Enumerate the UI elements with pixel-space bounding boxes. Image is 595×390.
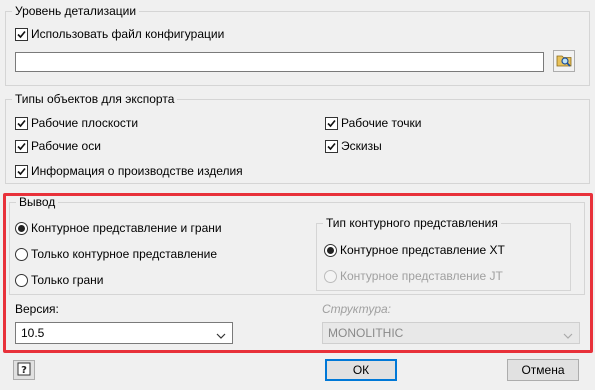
use-config-checkbox[interactable]: Использовать файл конфигурации [15,27,224,41]
checkbox-checked-icon [325,139,338,153]
checkbox-work-points[interactable]: Рабочие точки [325,116,422,130]
checkbox-label: Информация о производстве изделия [31,164,243,178]
output-highlight-frame [3,193,593,353]
detail-level-legend: Уровень детализации [12,4,140,18]
browse-button[interactable] [553,50,575,72]
folder-search-icon [556,52,572,71]
checkbox-label: Рабочие оси [31,139,101,153]
checkbox-checked-icon [325,116,338,130]
cancel-button[interactable]: Отмена [507,359,579,381]
config-path-input[interactable] [15,52,544,72]
checkbox-checked-icon [15,164,28,178]
checkbox-sketches[interactable]: Эскизы [325,139,382,153]
export-types-legend: Типы объектов для экспорта [12,92,178,106]
checkbox-label: Рабочие плоскости [31,116,139,130]
checkbox-manufacturing-info[interactable]: Информация о производстве изделия [15,164,243,178]
checkbox-checked-icon [15,27,28,41]
ok-label: ОК [352,363,370,377]
ok-button[interactable]: ОК [325,359,397,381]
help-icon: ? [17,362,31,379]
cancel-label: Отмена [521,363,565,377]
checkbox-checked-icon [15,139,28,153]
detail-level-group: Уровень детализации [5,4,590,86]
checkbox-work-planes[interactable]: Рабочие плоскости [15,116,138,130]
svg-text:?: ? [21,365,27,376]
help-button[interactable]: ? [13,360,35,380]
use-config-label: Использовать файл конфигурации [31,27,225,41]
checkbox-work-axes[interactable]: Рабочие оси [15,139,101,153]
checkbox-label: Эскизы [341,139,382,153]
checkbox-label: Рабочие точки [341,116,422,130]
checkbox-checked-icon [15,116,28,130]
